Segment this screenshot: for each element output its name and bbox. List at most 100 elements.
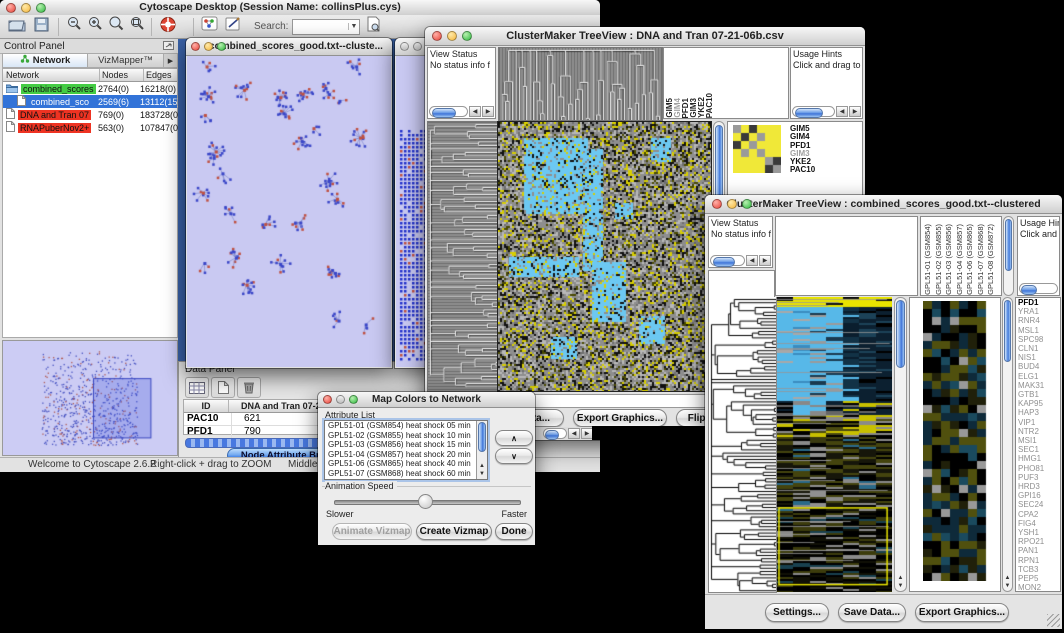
- row-dendrogram-canvas[interactable]: [427, 121, 498, 392]
- close-button[interactable]: [191, 42, 200, 51]
- tab-overflow-icon[interactable]: ▶: [164, 54, 177, 67]
- birdseye-canvas[interactable]: [3, 341, 177, 455]
- listbox-vscrollbar[interactable]: ▲▼: [476, 421, 487, 479]
- scrollbar-thumb[interactable]: [432, 108, 456, 118]
- scrollbar-thumb[interactable]: [795, 108, 823, 118]
- scroll-up-icon[interactable]: ▲: [1005, 575, 1011, 581]
- export-graphics-button[interactable]: Export Graphics...: [915, 603, 1009, 622]
- network-view-title-bar[interactable]: combined_scores_good.txt--cluste...: [186, 38, 392, 56]
- birdseye-panel[interactable]: [2, 340, 178, 456]
- tab-vizmapper[interactable]: VizMapper™: [88, 54, 164, 67]
- gene-label[interactable]: TCB3: [1018, 565, 1060, 574]
- scrollbar-track[interactable]: [1019, 283, 1058, 294]
- gene-label[interactable]: PEP5: [1018, 574, 1060, 583]
- view-status-hscrollbar[interactable]: ◀ ▶: [710, 255, 771, 266]
- gene-label[interactable]: RPN1: [1018, 556, 1060, 565]
- scroll-arrows[interactable]: ▲▼: [1003, 574, 1012, 590]
- search-input[interactable]: ▼: [292, 19, 360, 35]
- gpl-column-label[interactable]: GPL51-07 (GSM868): [976, 224, 987, 295]
- gene-label[interactable]: CLN1: [1018, 344, 1060, 353]
- scroll-up-icon[interactable]: ▲: [898, 575, 904, 581]
- scroll-arrows[interactable]: ▲▼: [895, 574, 906, 590]
- scrollbar-thumb[interactable]: [545, 430, 559, 440]
- scroll-down-icon[interactable]: ▼: [479, 471, 485, 477]
- gene-list-vscrollbar[interactable]: ▲▼: [1002, 297, 1013, 592]
- zoom-fit-icon[interactable]: [129, 16, 146, 37]
- network-row-dna-tran[interactable]: DNA and Tran 07 769(0) 183728(0): [3, 108, 177, 121]
- gene-label[interactable]: GPI16: [1018, 491, 1060, 500]
- scrollbar-track[interactable]: [429, 106, 468, 117]
- gpl-column-label[interactable]: GPL51-06 (GSM865): [965, 224, 976, 295]
- bottom-mini-scrollbar[interactable]: ◀ ▶: [543, 428, 593, 439]
- zoom-out-icon[interactable]: [66, 16, 83, 37]
- column-nodes[interactable]: Nodes: [100, 69, 144, 81]
- gene-label[interactable]: PUF3: [1018, 473, 1060, 482]
- create-vizmap-button[interactable]: Create Vizmap: [416, 523, 492, 540]
- gene-label[interactable]: KAP95: [1018, 399, 1060, 408]
- row-label[interactable]: PAC10: [790, 166, 815, 174]
- scrollbar-thumb[interactable]: [713, 257, 735, 267]
- attribute-item[interactable]: GPL51-03 (GSM856) heat shock 15 min: [325, 440, 487, 450]
- scroll-right-icon[interactable]: ▶: [482, 106, 494, 117]
- dialog-title-bar[interactable]: Map Colors to Network: [318, 392, 535, 408]
- tab-network[interactable]: Network: [3, 54, 88, 67]
- gene-label[interactable]: NTR2: [1018, 427, 1060, 436]
- close-button[interactable]: [400, 42, 409, 51]
- open-session-icon[interactable]: [8, 17, 26, 37]
- done-button[interactable]: Done: [495, 523, 533, 540]
- gene-label[interactable]: BUD4: [1018, 362, 1060, 371]
- gpl-column-label[interactable]: GPL51-03 (GSM856): [944, 224, 955, 295]
- scrollbar-thumb[interactable]: [1021, 285, 1037, 295]
- new-attribute-button[interactable]: [211, 377, 235, 398]
- minimize-button[interactable]: [727, 199, 737, 209]
- scroll-left-icon[interactable]: ◀: [568, 428, 580, 439]
- gene-label[interactable]: FIG4: [1018, 519, 1060, 528]
- resize-grip[interactable]: [1047, 614, 1060, 627]
- minimize-button[interactable]: [447, 31, 457, 41]
- gene-label[interactable]: SEC24: [1018, 500, 1060, 509]
- gene-label[interactable]: MSL1: [1018, 326, 1060, 335]
- network-view-canvas[interactable]: [187, 56, 391, 367]
- usage-hints-hscrollbar[interactable]: [1019, 283, 1058, 294]
- scroll-left-icon[interactable]: ◀: [836, 106, 848, 117]
- scrollbar-track[interactable]: [792, 106, 835, 117]
- gpl-column-label[interactable]: GPL51-08 (GSM872): [986, 224, 997, 295]
- gene-label[interactable]: YSH1: [1018, 528, 1060, 537]
- gene-label[interactable]: MON2: [1018, 583, 1060, 592]
- attribute-item[interactable]: GPL51-06 (GSM865) heat shock 40 min: [325, 459, 487, 469]
- treeview2-title-bar[interactable]: ClusterMaker TreeView : combined_scores_…: [705, 195, 1062, 214]
- treeview1-title-bar[interactable]: ClusterMaker TreeView : DNA and Tran 07-…: [425, 27, 865, 46]
- search-options-icon[interactable]: [366, 16, 381, 37]
- delete-attribute-icon[interactable]: [237, 377, 261, 398]
- gene-label[interactable]: SPC98: [1018, 335, 1060, 344]
- gpl-column-label[interactable]: GPL51-04 (GSM857): [955, 224, 966, 295]
- main-heatmap-canvas[interactable]: [777, 297, 892, 592]
- network-row-combined-sco[interactable]: combined_sco 2569(6) 13112(15): [3, 95, 177, 108]
- gene-label[interactable]: GTB1: [1018, 390, 1060, 399]
- view-status-hscrollbar[interactable]: ◀ ▶: [429, 106, 494, 117]
- gene-label[interactable]: ELG1: [1018, 372, 1060, 381]
- network-view-icon[interactable]: [201, 16, 219, 37]
- table-mode-button[interactable]: [185, 377, 209, 398]
- column-edges[interactable]: Edges: [144, 69, 177, 81]
- close-button[interactable]: [712, 199, 722, 209]
- gene-label[interactable]: PAN1: [1018, 546, 1060, 555]
- annotation-icon[interactable]: [225, 16, 242, 37]
- scroll-right-icon[interactable]: ▶: [849, 106, 861, 117]
- gene-label[interactable]: PHO81: [1018, 464, 1060, 473]
- scrollbar-thumb[interactable]: [478, 422, 486, 452]
- column-id[interactable]: ID: [184, 400, 229, 412]
- save-session-icon[interactable]: [34, 17, 50, 37]
- gpl-column-label[interactable]: GPL51-02 (GSM855): [934, 224, 945, 295]
- main-title-bar[interactable]: Cytoscape Desktop (Session Name: collins…: [0, 0, 600, 16]
- gene-label[interactable]: CPA2: [1018, 510, 1060, 519]
- close-button[interactable]: [323, 395, 332, 404]
- help-lifering-icon[interactable]: [159, 16, 177, 38]
- speed-slider-thumb[interactable]: [418, 494, 433, 509]
- gene-label[interactable]: PFD1: [1018, 298, 1060, 307]
- save-data-button[interactable]: Save Data...: [838, 603, 906, 622]
- zoom-selected-icon[interactable]: [108, 16, 125, 37]
- minimize-button[interactable]: [413, 42, 422, 51]
- zoom-in-icon[interactable]: [87, 16, 104, 37]
- scroll-right-icon[interactable]: ▶: [759, 255, 771, 266]
